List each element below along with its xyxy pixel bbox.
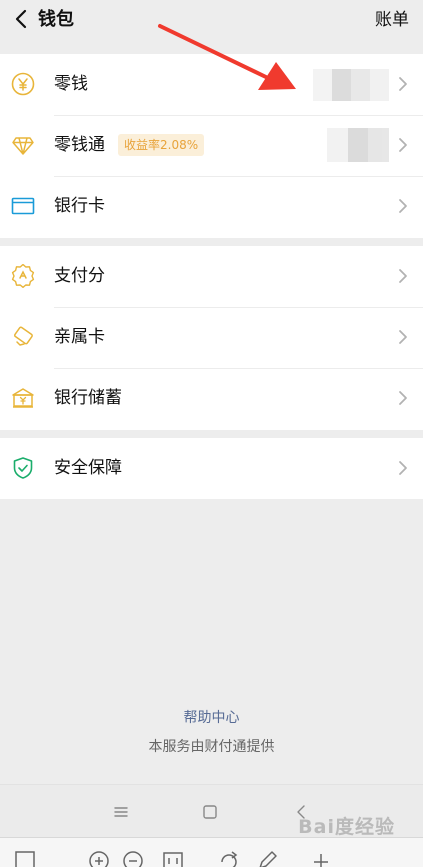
- bank-card-label: 银行卡: [54, 196, 105, 216]
- header-bar: 钱包 账单: [0, 0, 423, 40]
- minus-circle-icon[interactable]: [122, 848, 144, 867]
- home-square-icon: [203, 805, 217, 819]
- bank-savings-icon: [11, 386, 35, 410]
- chevron-right-icon: [399, 77, 407, 91]
- chevron-right-icon: [399, 269, 407, 283]
- list-item-family-card[interactable]: 亲属卡: [0, 307, 423, 368]
- rotate-icon[interactable]: [218, 848, 240, 867]
- chevron-right-icon: [399, 461, 407, 475]
- list-item-payment-score[interactable]: 支付分: [0, 246, 423, 307]
- bill-button[interactable]: 账单: [375, 9, 409, 31]
- wallet-group-security: 安全保障: [0, 438, 423, 499]
- pencil-icon[interactable]: [256, 848, 278, 867]
- chevron-right-icon: [399, 391, 407, 405]
- fit-screen-icon[interactable]: [162, 848, 184, 867]
- yuan-coin-icon: [11, 72, 35, 96]
- list-item-security[interactable]: 安全保障: [0, 438, 423, 499]
- change-label: 零钱: [54, 74, 88, 94]
- list-item-change[interactable]: 零钱: [0, 54, 423, 115]
- nav-back-button[interactable]: [290, 801, 312, 823]
- nav-home-button[interactable]: [199, 801, 221, 823]
- wallet-group-services: 支付分 亲属卡 银行储蓄: [0, 246, 423, 430]
- page-title: 钱包: [38, 9, 74, 30]
- list-item-bank-card[interactable]: 银行卡: [0, 176, 423, 237]
- chevron-right-icon: [399, 199, 407, 213]
- help-center-link[interactable]: 帮助中心: [0, 708, 423, 728]
- chevron-right-icon: [399, 138, 407, 152]
- square-tool-icon[interactable]: [14, 848, 36, 867]
- back-arrow-icon: [15, 9, 27, 29]
- system-nav-bar: [0, 784, 423, 837]
- plus-icon[interactable]: [310, 848, 332, 867]
- list-item-change-plus[interactable]: 零钱通 收益率2.08%: [0, 115, 423, 176]
- add-circle-icon[interactable]: [88, 848, 110, 867]
- family-card-label: 亲属卡: [54, 327, 105, 347]
- menu-icon: [114, 807, 128, 817]
- wallet-page: 钱包 账单 零钱 零钱通 收益率2.08% 银行卡 支付分 亲属卡 银行储蓄 安…: [0, 0, 423, 867]
- payment-score-label: 支付分: [54, 266, 105, 286]
- back-button[interactable]: [10, 8, 32, 30]
- masked-balance: [327, 128, 390, 162]
- yield-rate-badge: 收益率2.08%: [118, 134, 205, 156]
- change-plus-label: 零钱通: [54, 135, 105, 155]
- wallet-group-balance: 零钱 零钱通 收益率2.08% 银行卡: [0, 54, 423, 238]
- security-label: 安全保障: [54, 458, 122, 478]
- diamond-icon: [11, 133, 35, 157]
- nav-menu-button[interactable]: [110, 801, 132, 823]
- bank-savings-label: 银行储蓄: [54, 388, 122, 408]
- chevron-right-icon: [399, 330, 407, 344]
- provider-note: 本服务由财付通提供: [148, 739, 275, 755]
- back-arrow-icon: [297, 805, 305, 819]
- security-shield-icon: [11, 456, 35, 480]
- payment-score-icon: [11, 264, 35, 288]
- bottom-toolbar: [0, 837, 423, 867]
- bank-card-icon: [11, 194, 35, 218]
- family-card-icon: [11, 325, 35, 349]
- masked-balance: [313, 69, 389, 101]
- list-item-bank-savings[interactable]: 银行储蓄: [0, 368, 423, 429]
